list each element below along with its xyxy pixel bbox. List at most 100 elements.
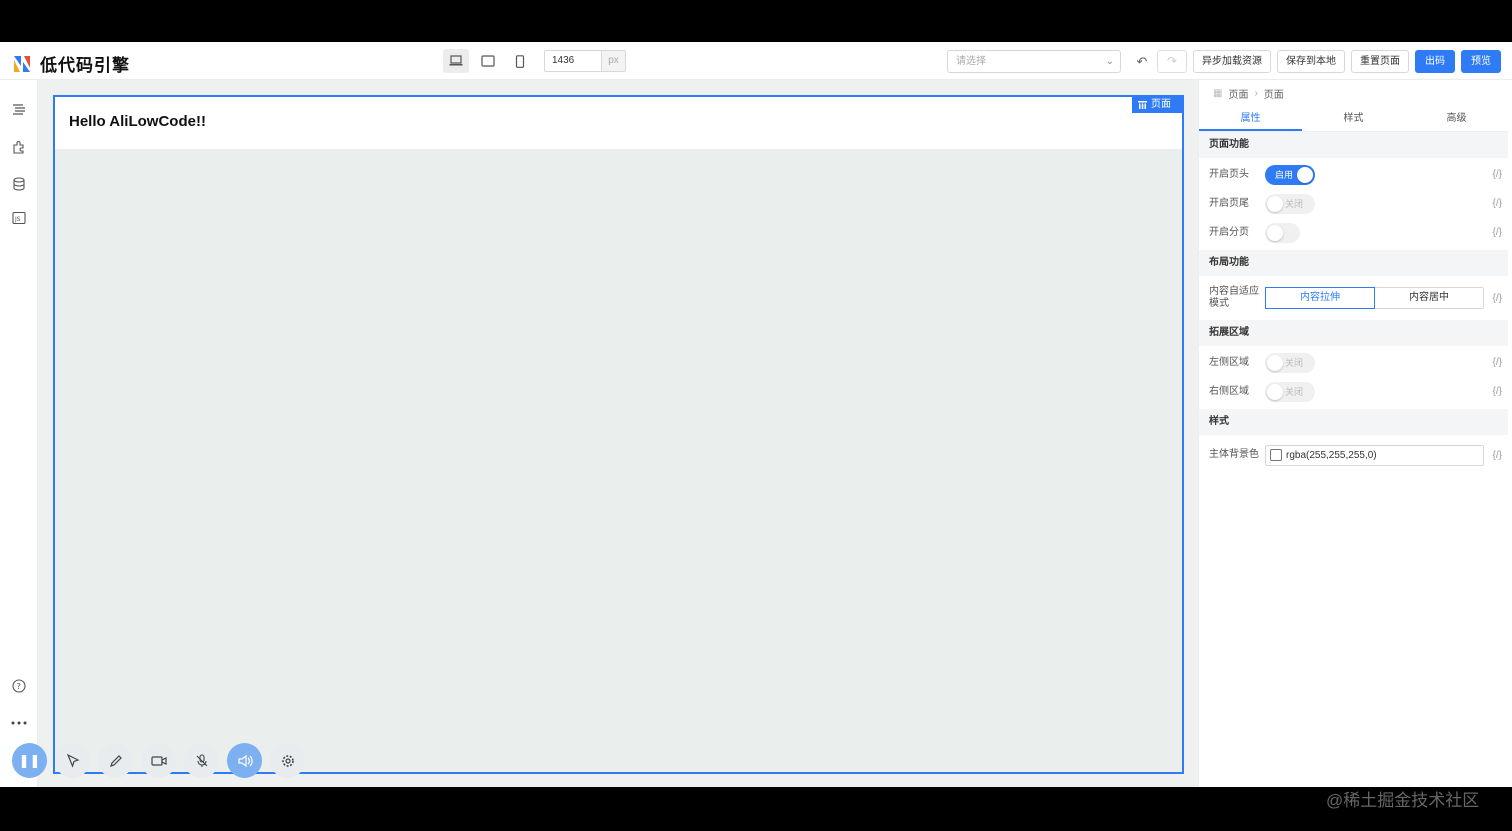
row-bg-color: 主体背景色 rgba(255,255,255,0) {/}: [1199, 435, 1508, 475]
adapt-center-option[interactable]: 内容居中: [1375, 288, 1483, 308]
preview-button[interactable]: 预览: [1461, 50, 1501, 73]
canvas-width-input[interactable]: 1436 px: [544, 50, 626, 72]
variable-binding-icon[interactable]: {/}: [1493, 357, 1502, 368]
pause-button[interactable]: ❚❚: [12, 743, 47, 778]
breadcrumb-item: 页面: [1263, 89, 1284, 101]
hello-text[interactable]: Hello AliLowCode!!: [69, 113, 206, 130]
variable-binding-icon[interactable]: {/}: [1493, 386, 1502, 397]
page-icon: [1138, 101, 1147, 109]
reset-page-button[interactable]: 重置页面: [1351, 50, 1409, 73]
tab-props[interactable]: 属性: [1199, 106, 1302, 131]
bg-color-value[interactable]: rgba(255,255,255,0): [1286, 450, 1377, 461]
canvas-width-value[interactable]: 1436: [545, 51, 601, 71]
scenario-select-placeholder: 请选择: [956, 56, 986, 67]
bg-color-input[interactable]: rgba(255,255,255,0): [1265, 444, 1484, 466]
recording-toolbar: ❚❚: [12, 743, 305, 778]
camera-button[interactable]: [141, 743, 176, 778]
variable-binding-icon[interactable]: {/}: [1493, 450, 1502, 461]
section-extend-area[interactable]: 拓展区域: [1199, 320, 1508, 346]
save-local-button[interactable]: 保存到本地: [1277, 50, 1345, 73]
phone-icon: [515, 54, 525, 68]
tab-advanced[interactable]: 高级: [1405, 106, 1508, 131]
pointer-button[interactable]: [55, 743, 90, 778]
variable-binding-icon[interactable]: {/}: [1493, 293, 1502, 304]
row-footer: 开启页尾 关闭 {/}: [1199, 189, 1508, 218]
logo: 低代码引擎: [12, 51, 130, 76]
breadcrumb-item[interactable]: 页面: [1228, 86, 1248, 101]
row-adapt-mode: 内容自适应模式 内容拉伸 内容居中 {/}: [1199, 276, 1508, 320]
outline-tree-icon[interactable]: [9, 100, 29, 120]
panel-tabs: 属性 样式 高级: [1199, 106, 1508, 132]
canvas-width-unit: px: [601, 51, 625, 71]
left-sidebar: JS ?: [0, 80, 38, 787]
phone-device-button[interactable]: [507, 49, 533, 73]
header-switch[interactable]: 启用: [1265, 164, 1315, 185]
adapt-stretch-option[interactable]: 内容拉伸: [1265, 287, 1375, 309]
device-switcher: [443, 49, 533, 73]
pen-button[interactable]: [98, 743, 133, 778]
tablet-device-button[interactable]: [475, 49, 501, 73]
selected-page-tag[interactable]: 页面: [1132, 97, 1182, 113]
header-label: 开启页头: [1209, 168, 1249, 180]
row-paging: 开启分页 {/}: [1199, 218, 1508, 247]
variable-binding-icon[interactable]: {/}: [1493, 169, 1502, 180]
section-style[interactable]: 样式: [1199, 409, 1508, 435]
pause-icon: ❚❚: [18, 752, 41, 768]
right-area-switch[interactable]: 关闭: [1265, 381, 1315, 402]
adapt-mode-segmented: 内容拉伸 内容居中: [1265, 287, 1484, 309]
component-library-icon[interactable]: [9, 137, 29, 157]
cursor-icon: [66, 753, 79, 768]
logo-icon: [14, 55, 30, 72]
variable-binding-icon[interactable]: {/}: [1493, 227, 1502, 238]
design-canvas: Hello AliLowCode!! 页面: [38, 80, 1198, 787]
footer-switch[interactable]: 关闭: [1265, 193, 1315, 214]
top-toolbar: 低代码引擎 1436 px 请选择 ⌄ ↶ ↷ 异步加载资源 保存到本地 重置页…: [0, 42, 1512, 80]
row-header: 开启页头 启用 {/}: [1199, 160, 1508, 189]
desktop-device-button[interactable]: [443, 49, 469, 73]
video-camera-icon: [150, 755, 167, 766]
variable-binding-icon[interactable]: {/}: [1493, 198, 1502, 209]
breadcrumb-separator-icon: ›: [1254, 87, 1258, 99]
logo-text: 低代码引擎: [40, 56, 130, 75]
more-icon[interactable]: [9, 713, 29, 733]
footer-label: 开启页尾: [1209, 197, 1249, 209]
redo-icon: ↷: [1166, 54, 1178, 68]
speaker-button[interactable]: [227, 743, 262, 778]
microphone-muted-icon: [196, 753, 207, 767]
right-area-label: 右侧区域: [1209, 385, 1249, 397]
svg-text:?: ?: [17, 682, 21, 691]
settings-panel: ▦ 页面 › 页面 属性 样式 高级 页面功能 开启页头 启用 {/} 开启页尾…: [1198, 80, 1508, 787]
adapt-mode-label: 内容自适应模式: [1209, 286, 1259, 309]
microphone-button[interactable]: [184, 743, 219, 778]
section-page-features[interactable]: 页面功能: [1199, 132, 1508, 158]
row-right-area: 右侧区域 关闭 {/}: [1199, 377, 1508, 406]
svg-text:JS: JS: [14, 216, 21, 223]
row-left-area: 左侧区域 关闭 {/}: [1199, 348, 1508, 377]
page-small-icon: ▦: [1213, 87, 1223, 99]
desktop-icon: [449, 55, 463, 66]
scenario-select[interactable]: 请选择 ⌄: [947, 50, 1121, 73]
gear-icon: [281, 754, 294, 767]
async-load-button[interactable]: 异步加载资源: [1193, 50, 1271, 73]
paging-switch[interactable]: [1265, 222, 1300, 243]
help-icon[interactable]: ?: [9, 676, 29, 696]
left-area-switch[interactable]: 关闭: [1265, 352, 1315, 373]
datasource-icon[interactable]: [9, 174, 29, 194]
pen-icon: [109, 754, 122, 767]
export-code-button[interactable]: 出码: [1415, 50, 1455, 73]
undo-icon[interactable]: ↶: [1131, 51, 1153, 73]
redo-button[interactable]: ↷: [1157, 50, 1187, 73]
tab-style[interactable]: 样式: [1302, 106, 1405, 131]
section-layout-features[interactable]: 布局功能: [1199, 250, 1508, 276]
selected-page-tag-label: 页面: [1151, 99, 1171, 110]
app-window: 低代码引擎 1436 px 请选择 ⌄ ↶ ↷ 异步加载资源 保存到本地 重置页…: [0, 42, 1512, 787]
breadcrumb: ▦ 页面 › 页面: [1199, 80, 1508, 106]
color-swatch[interactable]: [1270, 449, 1282, 461]
page-component-frame[interactable]: Hello AliLowCode!! 页面: [53, 95, 1184, 774]
code-editor-icon[interactable]: JS: [9, 208, 29, 228]
left-area-label: 左侧区域: [1209, 356, 1249, 368]
chevron-down-icon: ⌄: [1105, 56, 1114, 67]
settings-button[interactable]: [270, 743, 305, 778]
bg-color-label: 主体背景色: [1209, 449, 1259, 460]
watermark: @稀土掘金技术社区: [1326, 791, 1480, 810]
